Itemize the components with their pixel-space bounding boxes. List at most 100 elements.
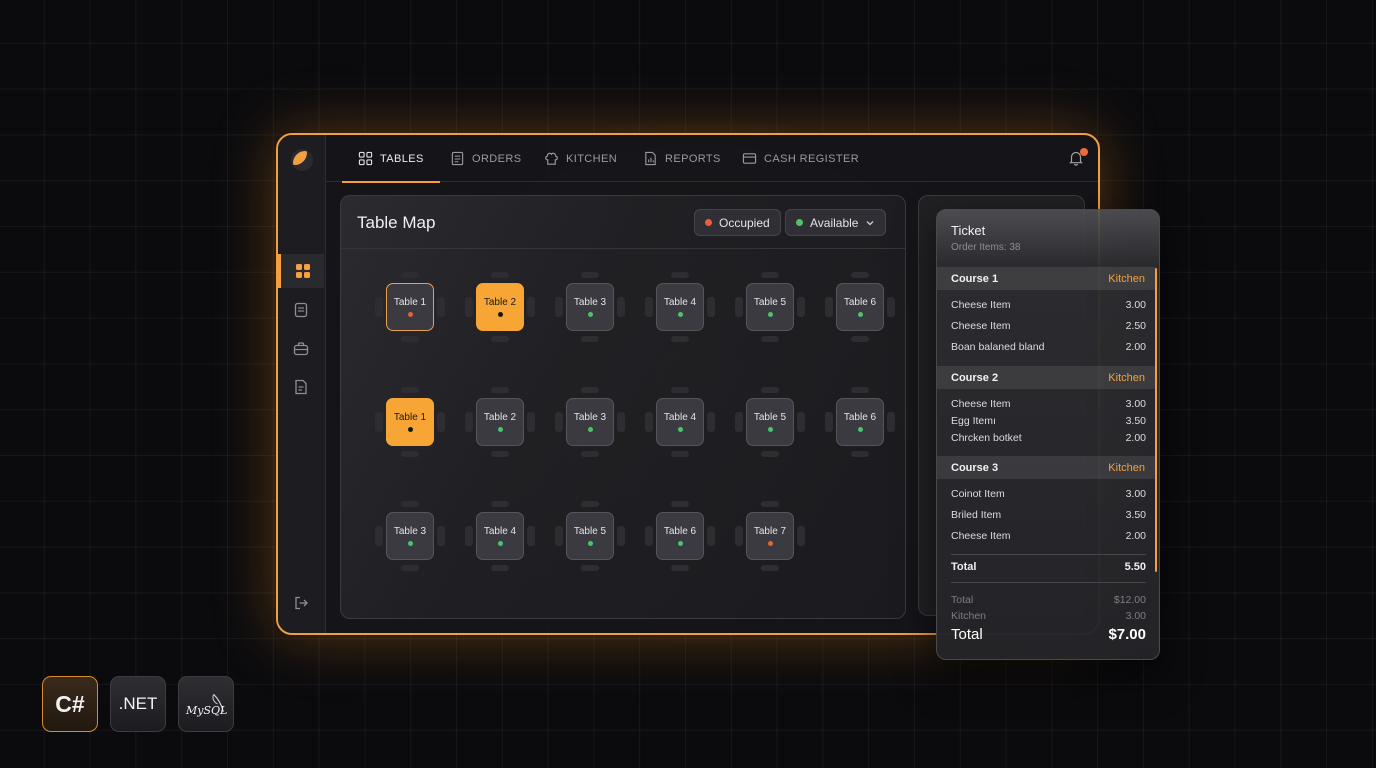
ticket-item[interactable]: Cheese Item 2.00 [951, 530, 1146, 542]
item-price: 2.50 [1125, 320, 1146, 332]
chair [375, 526, 383, 546]
course-header[interactable]: Course 1 Kitchen [937, 267, 1155, 290]
table-card[interactable]: Table 3 [386, 512, 434, 560]
available-filter-dropdown[interactable]: Available [785, 209, 887, 236]
table-status-dot [857, 312, 863, 317]
logout-icon [295, 596, 308, 610]
chair [375, 412, 383, 432]
tab-cash-register[interactable]: CASH REGISTER [742, 135, 859, 182]
tab-label: TABLES [380, 152, 424, 165]
table-card[interactable]: Table 5 [746, 283, 794, 331]
sidebar-item-dashboard[interactable] [278, 254, 324, 288]
course-header[interactable]: Course 2 Kitchen [937, 366, 1155, 389]
subtotal-label: Total [951, 561, 977, 573]
table-status-dot [677, 541, 683, 546]
table-seat-group: Table 7 [735, 501, 805, 571]
occupied-status-dot [705, 219, 712, 226]
mysql-badge: MySQL [178, 676, 234, 732]
ticket-item[interactable]: Coinot Item 3.00 [951, 488, 1146, 500]
table-card[interactable]: Table 5 [746, 398, 794, 446]
course-name: Course 2 [951, 371, 999, 384]
credit-card-icon [742, 153, 757, 164]
logout-button[interactable] [278, 586, 324, 620]
table-card[interactable]: Table 6 [836, 283, 884, 331]
ticket-order-count: Order Items: 38 [951, 242, 1021, 253]
chevron-down-icon [867, 220, 874, 225]
table-label: Table 2 [483, 412, 517, 423]
table-card[interactable]: Table 4 [656, 283, 704, 331]
sidebar-item-orders[interactable] [278, 293, 324, 327]
chair [671, 272, 689, 278]
table-card[interactable]: Table 4 [476, 512, 524, 560]
item-name: Cheese Item [951, 299, 1011, 311]
ticket-item[interactable]: Cheese Item 3.00 [951, 398, 1146, 410]
chair [797, 297, 805, 317]
table-card[interactable]: Table 3 [566, 283, 614, 331]
dotnet-logo-text: .NET [118, 694, 158, 713]
table-label: Table 6 [843, 412, 877, 423]
chair [617, 526, 625, 546]
course-destination: Kitchen [1108, 371, 1145, 384]
chair [707, 412, 715, 432]
summary-row: Kitchen 3.00 [951, 610, 1146, 622]
item-price: 3.00 [1125, 398, 1146, 410]
chair [491, 336, 509, 342]
chair [401, 336, 419, 342]
table-card[interactable]: Table 2 [476, 398, 524, 446]
sidebar-item-register[interactable] [278, 332, 324, 366]
ticket-item[interactable]: Chrcken botket 2.00 [951, 432, 1146, 444]
course-header[interactable]: Course 3 Kitchen [937, 456, 1155, 479]
table-label: Table 4 [663, 297, 697, 308]
chair [555, 526, 563, 546]
chair [401, 387, 419, 393]
table-card[interactable]: Table 2 [476, 283, 524, 331]
table-seat-group: Table 1 [375, 272, 445, 342]
ticket-item[interactable]: Boan balaned bland 2.00 [951, 341, 1146, 353]
table-label: Table 7 [753, 526, 787, 537]
chair [527, 412, 535, 432]
chair [887, 297, 895, 317]
grand-total-row: Total $7.00 [951, 626, 1146, 643]
table-card[interactable]: Table 3 [566, 398, 614, 446]
list-document-icon [294, 302, 308, 318]
table-status-dot [407, 427, 413, 432]
table-card[interactable]: Table 6 [836, 398, 884, 446]
tab-label: REPORTS [665, 152, 721, 165]
table-seat-group: Table 5 [555, 501, 625, 571]
table-status-dot [857, 427, 863, 432]
chair [671, 501, 689, 507]
table-card[interactable]: Table 1 [386, 398, 434, 446]
table-card[interactable]: Table 1 [386, 283, 434, 331]
top-navigation: TABLES ORDERS KITCHEN REPORTS CASH REGIS… [326, 135, 1098, 183]
table-label: Table 5 [573, 526, 607, 537]
chair [527, 297, 535, 317]
table-status-dot [587, 541, 593, 546]
ticket-panel: Ticket Order Items: 38 Course 1 Kitchen … [936, 209, 1160, 660]
occupied-filter-button[interactable]: Occupied [694, 209, 781, 236]
table-seat-group: Table 6 [645, 501, 715, 571]
chair [437, 412, 445, 432]
course-name: Course 3 [951, 461, 999, 474]
chair [851, 387, 869, 393]
tab-reports[interactable]: REPORTS [643, 135, 721, 182]
table-seat-group: Table 5 [735, 387, 805, 457]
ticket-item[interactable]: Cheese Item 2.50 [951, 320, 1146, 332]
tab-orders[interactable]: ORDERS [450, 135, 521, 182]
sidebar-item-reports[interactable] [278, 370, 324, 404]
table-status-dot [587, 312, 593, 317]
ticket-item[interactable]: Briled Item 3.50 [951, 509, 1146, 521]
table-card[interactable]: Table 6 [656, 512, 704, 560]
chair [555, 412, 563, 432]
chair [491, 565, 509, 571]
ticket-item[interactable]: Cheese Item 3.00 [951, 299, 1146, 311]
mysql-logo-text: MySQL [186, 704, 228, 717]
ticket-item[interactable]: Egg Itemı 3.50 [951, 415, 1146, 427]
tab-kitchen[interactable]: KITCHEN [544, 135, 617, 182]
ticket-scrollbar[interactable] [1155, 268, 1157, 572]
tab-tables[interactable]: TABLES [342, 135, 440, 183]
table-card[interactable]: Table 4 [656, 398, 704, 446]
tab-label: KITCHEN [566, 152, 618, 165]
table-card[interactable]: Table 7 [746, 512, 794, 560]
table-card[interactable]: Table 5 [566, 512, 614, 560]
item-name: Coinot Item [951, 488, 1005, 500]
